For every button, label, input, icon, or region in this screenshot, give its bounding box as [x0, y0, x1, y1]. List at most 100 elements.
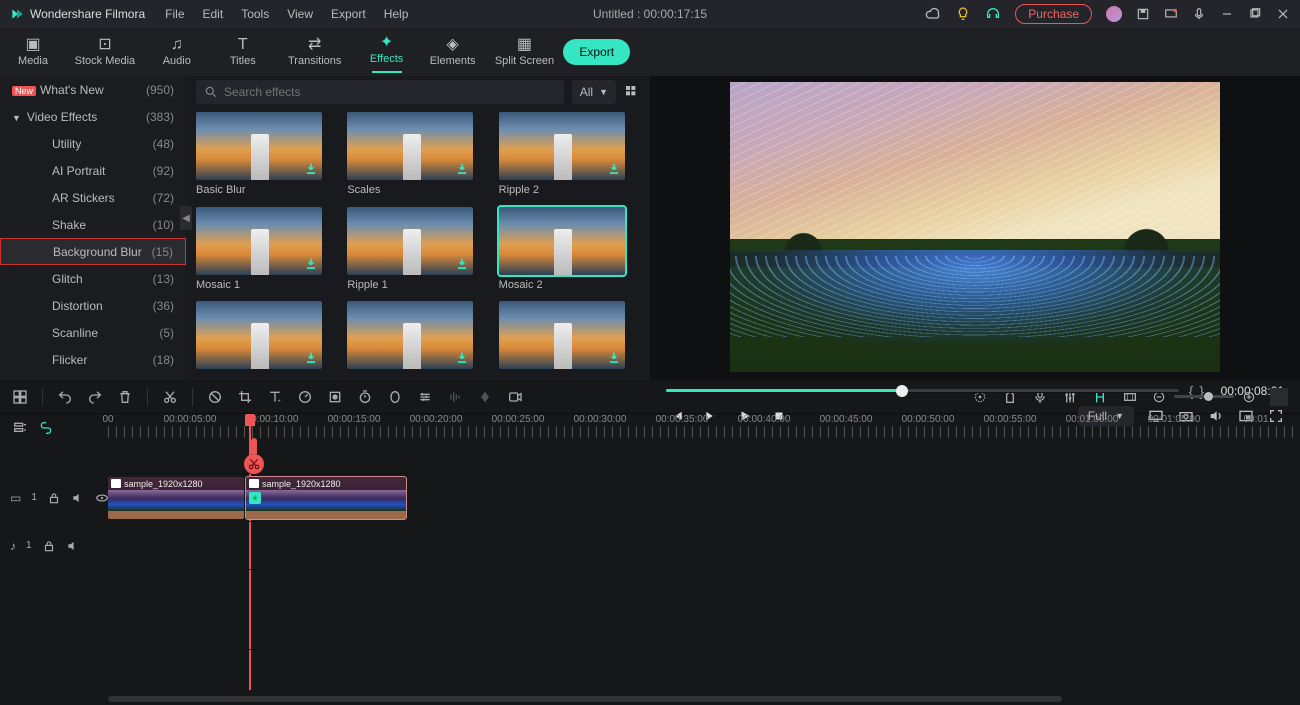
- tab-split-screen[interactable]: ▦Split Screen: [486, 28, 564, 76]
- sidebar-ar-stickers[interactable]: AR Stickers(72): [0, 184, 186, 211]
- menu-help[interactable]: Help: [384, 7, 409, 21]
- search-box[interactable]: [196, 80, 564, 104]
- effect-mosaic-2[interactable]: Mosaic 2: [499, 207, 640, 292]
- effect-item[interactable]: [196, 301, 337, 374]
- delete-icon[interactable]: [117, 389, 133, 405]
- avatar[interactable]: [1106, 6, 1122, 22]
- preview-panel: {} 00:00:08:01 Full▼: [650, 76, 1300, 380]
- audio-adjust-icon[interactable]: [447, 389, 463, 405]
- main-menu: File Edit Tools View Export Help: [165, 7, 408, 21]
- zoom-fit-icon[interactable]: [1270, 388, 1288, 406]
- tab-media[interactable]: ▣Media: [0, 28, 66, 76]
- clip-1[interactable]: sample_1920x1280: [108, 477, 244, 519]
- mute-icon[interactable]: [71, 491, 85, 505]
- mute-icon[interactable]: [66, 539, 80, 553]
- video-preview[interactable]: [730, 82, 1220, 372]
- ruler-label: 00:00:25:00: [492, 414, 545, 425]
- collapse-sidebar-icon[interactable]: ◀: [180, 206, 192, 230]
- idea-icon[interactable]: [955, 6, 971, 22]
- sidebar-shake[interactable]: Shake(10): [0, 211, 186, 238]
- cloud-icon[interactable]: [925, 6, 941, 22]
- sidebar-distortion[interactable]: Distortion(36): [0, 292, 186, 319]
- effect-scales[interactable]: Scales: [347, 112, 488, 197]
- ruler-label: 00:00:50:00: [902, 414, 955, 425]
- app-name: Wondershare Filmora: [30, 7, 145, 21]
- tab-stock-media[interactable]: ⊡Stock Media: [66, 28, 144, 76]
- tab-transitions[interactable]: ⇄Transitions: [276, 28, 354, 76]
- timer-icon[interactable]: [357, 389, 373, 405]
- download-icon: [607, 162, 621, 176]
- effect-basic-blur[interactable]: Basic Blur: [196, 112, 337, 197]
- save-icon[interactable]: [1136, 7, 1150, 21]
- tab-titles[interactable]: TTitles: [210, 28, 276, 76]
- track-manage-icon[interactable]: [12, 420, 28, 436]
- grid-view-icon[interactable]: [624, 84, 640, 100]
- effect-item[interactable]: [347, 301, 488, 374]
- timeline-ruler[interactable]: 0000:00:05:0000:00:10:0000:00:15:0000:00…: [108, 414, 1300, 442]
- menu-tools[interactable]: Tools: [241, 7, 269, 21]
- sidebar-item-count: (36): [153, 299, 174, 313]
- sidebar-utility[interactable]: Utility(48): [0, 130, 186, 157]
- purchase-button[interactable]: Purchase: [1015, 4, 1092, 24]
- zoom-slider[interactable]: [1174, 395, 1234, 398]
- sidebar-item-count: (383): [146, 110, 174, 124]
- sidebar-glitch[interactable]: Glitch(13): [0, 265, 186, 292]
- minimize-icon[interactable]: [1220, 7, 1234, 21]
- cut-icon[interactable]: [162, 389, 178, 405]
- sidebar-flicker[interactable]: Flicker(18): [0, 346, 186, 373]
- visibility-icon[interactable]: [95, 491, 109, 505]
- lock-icon[interactable]: [42, 539, 56, 553]
- tab-audio[interactable]: ♫Audio: [144, 28, 210, 76]
- crop-icon[interactable]: [237, 389, 253, 405]
- menu-file[interactable]: File: [165, 7, 184, 21]
- clip-2[interactable]: sample_1920x1280: [246, 477, 406, 519]
- sidebar-video-effects[interactable]: ▼Video Effects(383): [0, 103, 186, 130]
- close-icon[interactable]: [1276, 7, 1290, 21]
- lock-icon[interactable]: [47, 491, 61, 505]
- message-icon[interactable]: [1164, 7, 1178, 21]
- filter-dropdown[interactable]: All▼: [572, 80, 616, 104]
- adjust-icon[interactable]: [417, 389, 433, 405]
- sidebar-whats-new[interactable]: NewWhat's New(950): [0, 76, 186, 103]
- maximize-icon[interactable]: [1248, 7, 1262, 21]
- layout-icon[interactable]: [12, 389, 28, 405]
- video-lane[interactable]: sample_1920x1280 sample_1920x1280: [108, 474, 1300, 521]
- sidebar-ai-portrait[interactable]: AI Portrait(92): [0, 157, 186, 184]
- menu-edit[interactable]: Edit: [203, 7, 224, 21]
- redo-icon[interactable]: [87, 389, 103, 405]
- export-button[interactable]: Export: [563, 39, 630, 65]
- link-icon[interactable]: [38, 420, 54, 436]
- sidebar-background-blur[interactable]: Background Blur(15): [0, 238, 186, 265]
- sidebar-item-count: (13): [153, 272, 174, 286]
- effect-mosaic-1[interactable]: Mosaic 1: [196, 207, 337, 292]
- effect-item[interactable]: [499, 301, 640, 374]
- disable-icon[interactable]: [207, 389, 223, 405]
- tab-elements[interactable]: ◈Elements: [420, 28, 486, 76]
- menu-export[interactable]: Export: [331, 7, 366, 21]
- effect-ripple-2[interactable]: Ripple 2: [499, 112, 640, 197]
- sidebar-item-count: (72): [153, 191, 174, 205]
- audio-lane[interactable]: [108, 522, 1300, 569]
- undo-icon[interactable]: [57, 389, 73, 405]
- effect-ripple-1[interactable]: Ripple 1: [347, 207, 488, 292]
- search-input[interactable]: [224, 85, 556, 99]
- scrub-track[interactable]: [666, 389, 1179, 393]
- timeline-scrollbar[interactable]: [0, 693, 1300, 705]
- record-icon[interactable]: [507, 389, 523, 405]
- text-icon[interactable]: +: [267, 389, 283, 405]
- scrub-knob[interactable]: [896, 385, 908, 397]
- ruler-label: 00:00:05:00: [164, 414, 217, 425]
- effect-label: Mosaic 2: [499, 279, 640, 291]
- color-icon[interactable]: [327, 389, 343, 405]
- greenscreen-icon[interactable]: [387, 389, 403, 405]
- mic-icon[interactable]: [1192, 7, 1206, 21]
- zoom-in-icon[interactable]: [1242, 390, 1256, 404]
- playhead[interactable]: [245, 414, 255, 426]
- speed-icon[interactable]: [297, 389, 313, 405]
- keyframe-icon[interactable]: [477, 389, 493, 405]
- menu-view[interactable]: View: [287, 7, 313, 21]
- sidebar-scanline[interactable]: Scanline(5): [0, 319, 186, 346]
- titles-icon: T: [238, 37, 248, 53]
- support-icon[interactable]: [985, 6, 1001, 22]
- tab-effects[interactable]: ✦Effects: [354, 28, 420, 76]
